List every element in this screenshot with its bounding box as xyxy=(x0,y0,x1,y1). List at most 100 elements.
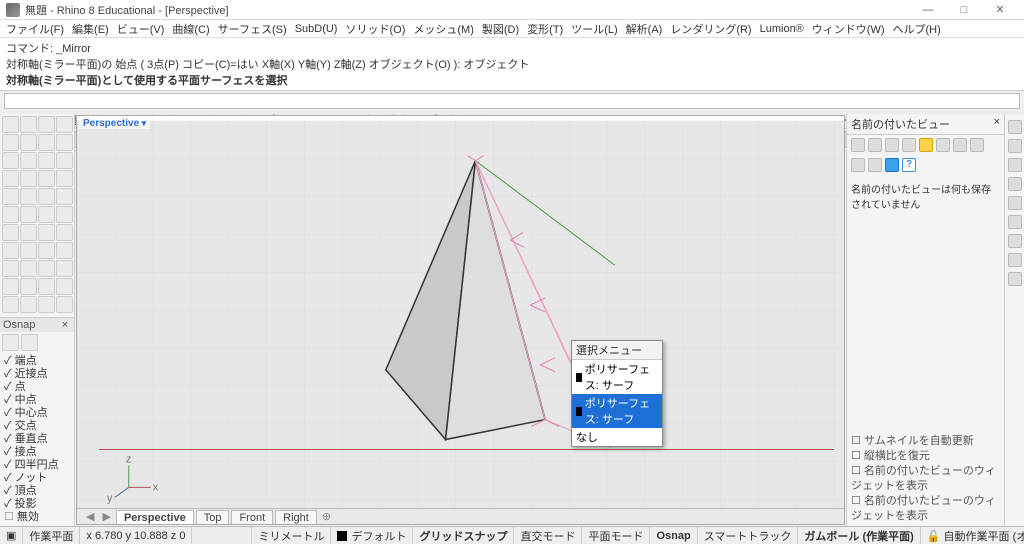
side-panel-icon[interactable] xyxy=(1008,234,1022,248)
tool-icon[interactable] xyxy=(20,116,37,133)
panel-option[interactable]: 縦横比を復元 xyxy=(851,449,1000,464)
tool-icon[interactable] xyxy=(38,260,55,277)
osnap-item[interactable]: 中点 xyxy=(4,394,70,407)
tool-icon[interactable] xyxy=(38,116,55,133)
side-panel-icon[interactable] xyxy=(1008,120,1022,134)
panel-option[interactable]: 名前の付いたビューのウィジェットを表示 xyxy=(851,464,1000,494)
menu-item[interactable]: 曲線(C) xyxy=(172,21,209,37)
viewport[interactable]: Perspective xyxy=(76,115,845,525)
tool-icon[interactable] xyxy=(2,152,19,169)
panel-option[interactable]: サムネイルを自動更新 xyxy=(851,434,1000,449)
panel-icon[interactable] xyxy=(868,158,882,172)
menu-item[interactable]: 製図(D) xyxy=(482,21,519,37)
osnap-item[interactable]: 端点 xyxy=(4,355,70,368)
tool-icon[interactable] xyxy=(38,224,55,241)
tool-icon[interactable] xyxy=(56,260,73,277)
close-button[interactable]: ✕ xyxy=(982,0,1018,20)
tool-icon[interactable] xyxy=(56,134,73,151)
statusbar-toggle[interactable]: 🔓 自動作業平面 (オブジェクト) xyxy=(921,527,1024,544)
tool-icon[interactable] xyxy=(38,206,55,223)
sb-units[interactable]: ミリメートル xyxy=(252,527,331,544)
panel-icon[interactable] xyxy=(902,138,916,152)
viewport-tab[interactable]: Right xyxy=(275,510,317,524)
sb-toggle-icon[interactable]: ▣ xyxy=(0,527,23,544)
osnap-item[interactable]: 垂直点 xyxy=(4,433,70,446)
tool-icon[interactable] xyxy=(56,224,73,241)
side-panel-icon[interactable] xyxy=(1008,177,1022,191)
vp-tab-next-icon[interactable]: ▶ xyxy=(99,510,113,523)
side-panel-icon[interactable] xyxy=(1008,215,1022,229)
tool-icon[interactable] xyxy=(56,116,73,133)
selection-item[interactable]: なし xyxy=(572,428,662,446)
vp-tab-prev-icon[interactable]: ◀ xyxy=(83,510,97,523)
tool-icon[interactable] xyxy=(2,206,19,223)
osnap-item[interactable]: 交点 xyxy=(4,420,70,433)
tool-icon[interactable] xyxy=(38,296,55,313)
tool-icon[interactable] xyxy=(2,242,19,259)
tool-icon[interactable] xyxy=(20,134,37,151)
menu-item[interactable]: ツール(L) xyxy=(571,21,617,37)
panel-icon[interactable] xyxy=(885,158,899,172)
panel-icon[interactable] xyxy=(868,138,882,152)
menu-item[interactable]: ウィンドウ(W) xyxy=(812,21,885,37)
tool-icon[interactable] xyxy=(20,296,37,313)
osnap-item[interactable]: 中心点 xyxy=(4,407,70,420)
statusbar-toggle[interactable]: ガムボール (作業平面) xyxy=(798,527,920,544)
tool-icon[interactable] xyxy=(56,296,73,313)
tool-icon[interactable] xyxy=(20,224,37,241)
statusbar-toggle[interactable]: Osnap xyxy=(650,527,697,544)
menu-item[interactable]: サーフェス(S) xyxy=(218,21,287,37)
viewport-tab[interactable]: Perspective xyxy=(116,510,194,524)
tool-icon[interactable] xyxy=(38,278,55,295)
menu-item[interactable]: SubD(U) xyxy=(295,23,338,35)
tool-icon[interactable] xyxy=(2,134,19,151)
osnap-item[interactable]: 投影 xyxy=(4,498,70,511)
tool-icon[interactable] xyxy=(2,188,19,205)
menu-item[interactable]: Lumion® xyxy=(760,23,804,35)
side-panel-icon[interactable] xyxy=(1008,253,1022,267)
statusbar-toggle[interactable]: 直交モード xyxy=(514,527,582,544)
tool-icon[interactable] xyxy=(2,296,19,313)
tool-icon[interactable] xyxy=(2,224,19,241)
selection-item[interactable]: ポリサーフェス: サーフ xyxy=(572,394,662,428)
command-input[interactable] xyxy=(4,93,1020,109)
side-panel-icon[interactable] xyxy=(1008,272,1022,286)
tool-icon[interactable] xyxy=(56,188,73,205)
statusbar-toggle[interactable]: 平面モード xyxy=(582,527,650,544)
menu-item[interactable]: レンダリング(R) xyxy=(670,21,751,37)
osnap-header[interactable]: Osnap× xyxy=(0,317,74,332)
tool-icon[interactable] xyxy=(56,170,73,187)
menu-item[interactable]: 変形(T) xyxy=(527,21,563,37)
tool-icon[interactable] xyxy=(2,170,19,187)
tool-icon[interactable] xyxy=(56,242,73,259)
osnap-item[interactable]: 点 xyxy=(4,381,70,394)
menu-item[interactable]: ソリッド(O) xyxy=(345,21,405,37)
tool-icon[interactable] xyxy=(20,170,37,187)
menu-item[interactable]: ヘルプ(H) xyxy=(893,21,941,37)
maximize-button[interactable]: □ xyxy=(946,0,982,20)
selection-item[interactable]: ポリサーフェス: サーフ xyxy=(572,360,662,394)
tool-icon[interactable] xyxy=(56,206,73,223)
tool-icon[interactable] xyxy=(20,242,37,259)
tool-icon[interactable] xyxy=(38,242,55,259)
statusbar-toggle[interactable]: スマートトラック xyxy=(698,527,799,544)
statusbar-toggle[interactable]: グリッドスナップ xyxy=(413,527,514,544)
viewport-label[interactable]: Perspective xyxy=(79,118,150,129)
panel-option[interactable]: 名前の付いたビューのウィジェットを表示 xyxy=(851,494,1000,524)
tool-icon[interactable] xyxy=(2,116,19,133)
panel-icon[interactable] xyxy=(851,138,865,152)
tool-icon[interactable] xyxy=(20,278,37,295)
panel-icon[interactable] xyxy=(885,138,899,152)
osnap-item[interactable]: 頂点 xyxy=(4,485,70,498)
tool-icon[interactable] xyxy=(20,152,37,169)
tool-icon[interactable] xyxy=(2,260,19,277)
osnap-item[interactable]: ノット xyxy=(4,472,70,485)
menu-item[interactable]: ビュー(V) xyxy=(117,21,165,37)
sb-cplane[interactable]: 作業平面 xyxy=(23,527,80,544)
osnap-toolbar-icon[interactable] xyxy=(21,334,38,351)
minimize-button[interactable]: — xyxy=(910,0,946,20)
panel-icon[interactable] xyxy=(953,138,967,152)
tool-icon[interactable] xyxy=(56,278,73,295)
viewport-tab[interactable]: Top xyxy=(196,510,230,524)
tool-icon[interactable] xyxy=(2,278,19,295)
